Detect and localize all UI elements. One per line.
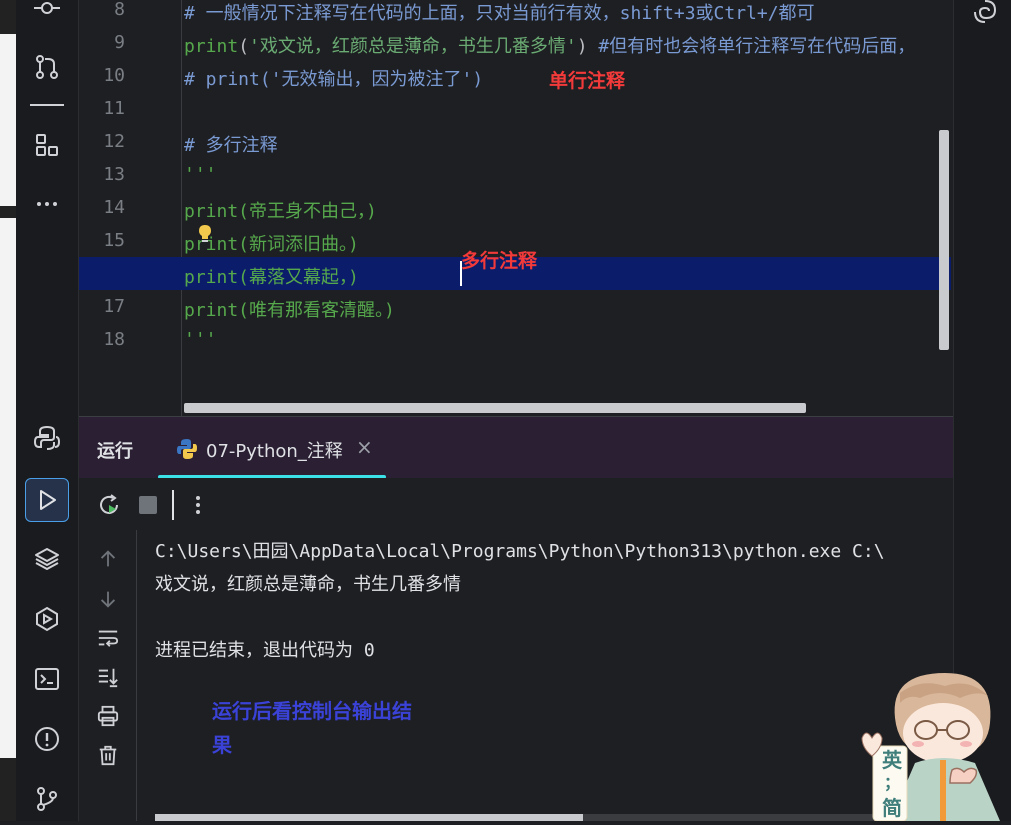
terminal-icon[interactable] [30,662,64,696]
soft-wrap-icon[interactable] [95,625,121,651]
console-annotation-line1: 运行后看控制台输出结 [212,699,412,723]
run-tab[interactable]: 07-Python_注释 × [158,417,386,479]
vertical-scrollbar[interactable] [939,130,949,350]
more-vert-icon[interactable] [191,493,205,517]
line-number-gutter: 89101112131415161718 [79,0,182,416]
line-number: 12 [103,131,125,152]
layers-icon[interactable] [30,542,64,576]
line-number: 14 [103,197,125,218]
trash-icon[interactable] [95,742,121,768]
mascot-badge-line1: 英 [882,748,902,772]
console-annotation-line2: 果 [212,733,232,757]
line-number: 17 [103,296,125,317]
line-number: 11 [103,98,125,119]
close-tab-button[interactable]: × [356,435,373,459]
activity-bar [16,0,79,821]
rerun-icon[interactable] [97,493,121,517]
code-token: # 一般情况下注释写在代码的上面，只对当前行有效，shift+3或Ctrl+/都… [184,3,815,24]
down-arrow-icon[interactable] [95,586,121,612]
horizontal-scrollbar[interactable] [184,403,806,413]
scroll-to-end-icon[interactable] [95,664,121,690]
toolbar-separator [172,490,174,520]
python-console-icon[interactable] [30,421,64,455]
line-number: 10 [103,65,125,86]
code-token: print(帝王身不由己，) [184,201,377,222]
line-number: 15 [103,230,125,251]
code-line[interactable]: # 一般情况下注释写在代码的上面，只对当前行有效，shift+3或Ctrl+/都… [184,0,815,25]
code-token: print [184,36,239,57]
line-number: 9 [114,32,125,53]
stop-icon[interactable] [139,496,157,514]
line-number: 8 [114,0,125,20]
code-line[interactable]: ''' [184,164,217,185]
python-file-icon [177,439,197,459]
up-arrow-icon[interactable] [95,546,121,572]
code-line[interactable]: print(幕落又幕起，) [184,263,359,289]
structure-icon[interactable] [30,128,64,162]
line-number: 18 [103,329,125,350]
line-number: 13 [103,164,125,185]
multi-line-comment-annotation: 多行注释 [461,250,538,272]
code-token: '戏文说，红颜总是薄命，书生几番多情' [249,36,577,57]
run-toolbar [79,478,953,531]
mascot-badge-line2: ； [883,773,900,792]
code-editor[interactable]: 89101112131415161718 # 一般情况下注释写在代码的上面，只对… [79,0,953,416]
services-icon[interactable] [30,602,64,636]
lightbulb-icon[interactable] [197,224,213,244]
code-token: #但有时也会将单行注释写在代码后面， [598,36,916,57]
run-icon[interactable] [25,478,69,522]
console-line: C:\Users\田园\AppData\Local\Programs\Pytho… [155,541,885,562]
code-token: ) [576,36,599,57]
git-icon[interactable] [30,782,64,816]
code-token: print(唯有那看客清醒。) [184,300,395,321]
console-scroll-track [583,814,883,821]
commit-icon[interactable] [30,0,64,25]
code-line[interactable]: # 多行注释 [184,131,278,157]
single-line-comment-annotation: 单行注释 [549,70,626,92]
ai-assistant-icon[interactable] [972,0,998,24]
problems-icon[interactable] [30,722,64,756]
code-token: # print('无效输出，因为被注了') [184,69,484,90]
code-token: ''' [184,329,217,350]
mascot-badge-line3: 简 [882,796,902,820]
more-icon[interactable] [30,187,64,221]
print-icon[interactable] [95,703,121,729]
code-token: ( [238,36,250,57]
run-tool-window-title: 运行 [97,441,133,462]
code-line[interactable]: print(唯有那看客清醒。) [184,296,395,322]
run-tab-label: 07-Python_注释 [206,441,343,462]
console-line: 进程已结束，退出代码为 0 [155,640,375,661]
console-output[interactable]: C:\Users\田园\AppData\Local\Programs\Pytho… [137,530,953,821]
code-line[interactable]: print(帝王身不由己，) [184,197,377,223]
console-line: 戏文说，红颜总是薄命，书生几番多情 [155,574,461,595]
run-tool-window-header: 运行 07-Python_注释 × [79,416,953,479]
code-line[interactable]: print('戏文说，红颜总是薄命，书生几番多情') #但有时也会将单行注释写在… [184,32,915,58]
code-token: print(幕落又幕起，) [184,267,359,288]
code-line[interactable]: # print('无效输出，因为被注了') [184,65,483,91]
activity-separator [30,104,64,106]
background-window-strip [0,0,16,821]
mascot-sticker: 英 ； 简 [860,668,1011,822]
console-horizontal-scrollbar[interactable] [155,814,583,821]
pull-requests-icon[interactable] [30,50,64,84]
code-line[interactable]: ''' [184,329,217,350]
code-token: # 多行注释 [184,135,278,156]
code-token: ''' [184,164,217,185]
console-side-toolbar [79,530,137,821]
